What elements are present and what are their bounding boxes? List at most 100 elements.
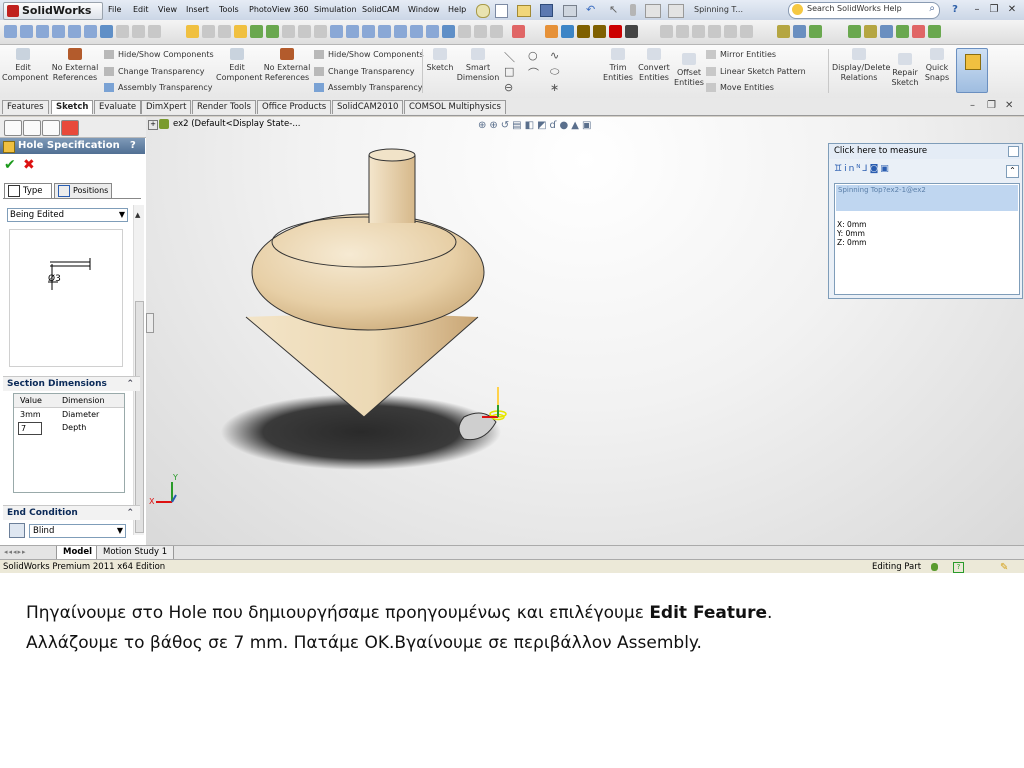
rapid-sketch-button[interactable] — [956, 48, 988, 93]
toolbar-icon-40[interactable] — [692, 25, 705, 38]
toolbar-icon-3[interactable] — [36, 25, 49, 38]
cancel-x-icon[interactable]: ✖ — [23, 157, 35, 173]
tab-comsol-multiphysics[interactable]: COMSOL Multiphysics — [404, 100, 506, 114]
menu-file[interactable]: File — [108, 3, 121, 17]
measure-collapse-icon[interactable]: ⌃ — [1006, 165, 1019, 178]
toolbar-icon-29[interactable] — [474, 25, 487, 38]
toolbar-icon-33[interactable] — [561, 25, 574, 38]
pm-scrollbar[interactable]: ▲ — [133, 205, 144, 535]
units-precision-icon[interactable]: in — [844, 164, 856, 174]
close-icon[interactable]: ✕ — [1005, 3, 1019, 17]
toolbar-icon-23[interactable] — [378, 25, 391, 38]
edit-component-button-1[interactable]: Edit Component — [2, 48, 48, 83]
toolbar-icon-22[interactable] — [362, 25, 375, 38]
toolbar-icon-28[interactable] — [458, 25, 471, 38]
hole-type-select[interactable]: Being Edited ▼ — [7, 208, 128, 222]
tab-office-products[interactable]: Office Products — [257, 100, 332, 114]
toolbar-icon-35[interactable] — [593, 25, 606, 38]
toolbar-icon-7[interactable] — [100, 25, 113, 38]
toolbar-icon-15[interactable] — [250, 25, 263, 38]
point-tool-icon[interactable]: ∗ — [550, 81, 559, 94]
toolbar-icon-44[interactable] — [777, 25, 790, 38]
measure-title[interactable]: Click here to measure — [829, 146, 927, 156]
table-row[interactable]: 3mm Diameter — [14, 409, 124, 421]
toolbar-icon-52[interactable] — [928, 25, 941, 38]
toolbar-icon-34[interactable] — [577, 25, 590, 38]
quick-tips-icon[interactable]: ✎ — [1000, 561, 1008, 573]
panel-close-icon[interactable]: ✕ — [1005, 100, 1013, 111]
toolbar-icon-27[interactable] — [442, 25, 455, 38]
toolbar-icon-20[interactable] — [330, 25, 343, 38]
appearance-tab-icon[interactable] — [61, 120, 79, 136]
circle-tool-icon[interactable]: ○ — [528, 49, 538, 62]
feature-tree-tab-icon[interactable] — [4, 120, 22, 136]
toolbar-icon-38[interactable] — [660, 25, 673, 38]
collapse-icon[interactable]: ⌃ — [126, 377, 134, 391]
trim-entities-button[interactable]: Trim Entities — [602, 48, 634, 83]
rebuild-icon[interactable] — [630, 4, 636, 16]
tab-sketch[interactable]: Sketch — [51, 100, 94, 114]
menu-solidcam[interactable]: SolidCAM — [362, 3, 399, 17]
tab-positions[interactable]: Positions — [54, 183, 112, 198]
toolbar-icon-12[interactable] — [202, 25, 215, 38]
edit-component-button-2[interactable]: Edit Component — [216, 48, 262, 83]
toolbar-icon-26[interactable] — [426, 25, 439, 38]
toolbar-icon-11[interactable] — [186, 25, 199, 38]
menu-window[interactable]: Window — [408, 3, 440, 17]
tab-evaluate[interactable]: Evaluate — [94, 100, 142, 114]
ellipse-tool-icon[interactable]: ⬭ — [550, 65, 559, 79]
no-external-references-button-2[interactable]: No External References — [262, 48, 312, 83]
toolbar-icon-2[interactable] — [20, 25, 33, 38]
undo-icon[interactable]: ↶ — [586, 3, 595, 16]
file-properties-icon[interactable] — [645, 4, 661, 18]
tab-solidcam2010[interactable]: SolidCAM2010 — [332, 100, 404, 114]
scroll-up-icon[interactable]: ▲ — [135, 211, 140, 219]
toolbar-icon-41[interactable] — [708, 25, 721, 38]
measure-close-icon[interactable] — [1008, 146, 1019, 157]
arc-tool-icon[interactable]: ⌒ — [528, 65, 539, 81]
arc-circle-measure-icon[interactable]: ♊ — [834, 164, 844, 174]
rectangle-tool-icon[interactable]: □ — [504, 65, 514, 78]
quick-snaps-button[interactable]: Quick Snaps — [922, 48, 952, 83]
options-icon[interactable] — [668, 4, 684, 18]
line-tool-icon[interactable]: ＼ — [504, 49, 515, 65]
pm-help-icon[interactable]: ? — [130, 138, 136, 154]
panel-restore-icon[interactable]: ❐ — [987, 100, 996, 111]
convert-entities-button[interactable]: Convert Entities — [636, 48, 672, 83]
select-arrow-icon[interactable]: ↖ — [609, 3, 618, 16]
toolbar-icon-8[interactable] — [116, 25, 129, 38]
tab-features[interactable]: Features — [2, 100, 49, 114]
slot-tool-icon[interactable]: ⊖ — [504, 81, 513, 94]
toolbar-icon-43[interactable] — [740, 25, 753, 38]
toolbar-icon-14[interactable] — [234, 25, 247, 38]
change-transparency-button-1[interactable]: Change Transparency — [104, 67, 205, 77]
hide-show-components-button-1[interactable]: Hide/Show Components — [104, 50, 214, 60]
property-manager-tab-icon[interactable] — [23, 120, 41, 136]
toolbar-icon-24[interactable] — [394, 25, 407, 38]
help-status-icon[interactable]: ? — [953, 562, 964, 573]
search-input[interactable]: Search SolidWorks Help — [807, 4, 902, 13]
change-transparency-button-2[interactable]: Change Transparency — [314, 67, 415, 77]
minimize-icon[interactable]: – — [970, 3, 984, 17]
repair-sketch-button[interactable]: Repair Sketch — [888, 53, 922, 88]
menu-edit[interactable]: Edit — [133, 3, 149, 17]
toolbar-icon-47[interactable] — [848, 25, 861, 38]
offset-entities-button[interactable]: Offset Entities — [674, 53, 704, 88]
no-external-references-button-1[interactable]: No External References — [50, 48, 100, 83]
toolbar-icon-51[interactable] — [912, 25, 925, 38]
measure-selection-box[interactable]: Spinning Top?ex2-1@ex2 — [836, 185, 1018, 211]
tab-navigation-icons[interactable]: ◂◂◂▸▸ — [4, 548, 27, 556]
assembly-transparency-button-1[interactable]: Assembly Transparency — [104, 83, 212, 93]
tab-model[interactable]: Model — [56, 546, 100, 560]
menu-view[interactable]: View — [158, 3, 177, 17]
save-measure-icon[interactable]: ▣ — [880, 164, 891, 174]
table-row[interactable]: 7 Depth — [14, 422, 124, 435]
toolbar-icon-45[interactable] — [793, 25, 806, 38]
scroll-thumb[interactable] — [135, 301, 144, 533]
open-folder-icon[interactable] — [517, 5, 531, 17]
toolbar-icon-13[interactable] — [218, 25, 231, 38]
tab-motion-study[interactable]: Motion Study 1 — [96, 546, 175, 560]
assembly-transparency-button-2[interactable]: Assembly Transparency — [314, 83, 422, 93]
toolbar-icon-18[interactable] — [298, 25, 311, 38]
toolbar-icon-49[interactable] — [880, 25, 893, 38]
